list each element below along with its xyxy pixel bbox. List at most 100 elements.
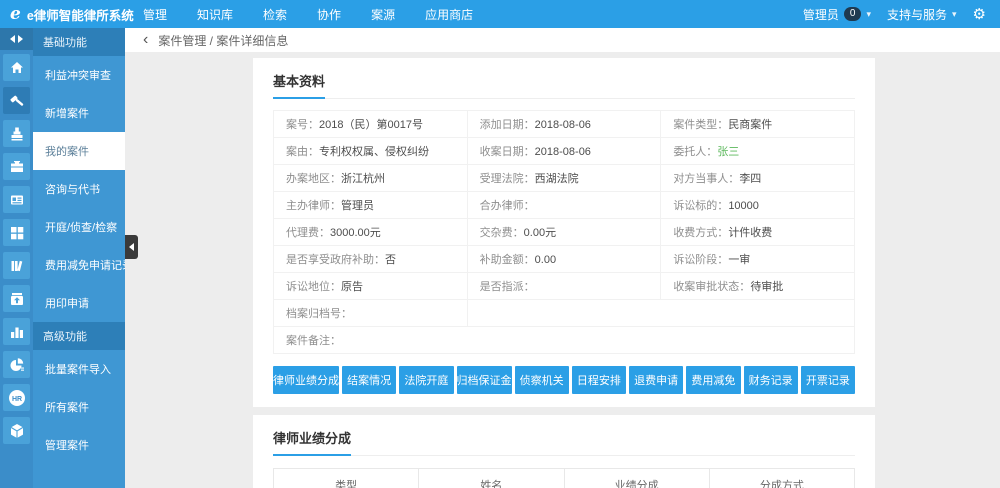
back-chevron-icon[interactable]: ‹ <box>143 32 148 48</box>
field-label: 案件类型： <box>673 119 728 131</box>
sidebar-menu: 基础功能 利益冲突审查 新增案件 我的案件 咨询与代书 开庭/侦查/检察 费用减… <box>33 28 125 488</box>
table-row: 档案归档号： <box>274 300 855 327</box>
field-value: 10000 <box>728 200 759 212</box>
stamp-icon[interactable] <box>3 120 30 147</box>
app-window: e e律师智能律所系统 管理 知识库 检索 协作 案源 应用商店 管理员 0 ▾… <box>0 0 1000 488</box>
bar-chart-icon[interactable] <box>3 318 30 345</box>
field-label: 是否指派： <box>480 281 535 293</box>
triangle-left-icon <box>129 243 134 251</box>
user-menu[interactable]: 管理员 0 ▾ <box>803 6 871 23</box>
schedule-button[interactable]: 日程安排 <box>572 366 626 394</box>
commission-card: 律师业绩分成 类型 姓名 业绩分成 分成方式 团队负责人 管理员 100% <box>253 415 875 488</box>
field-label: 档案归档号： <box>286 308 352 320</box>
field-value: 李四 <box>739 173 761 185</box>
id-card-icon[interactable] <box>3 186 30 213</box>
sidebar-item-batch-import[interactable]: 批量案件导入 <box>33 350 125 388</box>
field-label: 合办律师： <box>480 200 535 212</box>
table-row: 代理费：3000.00元 交杂费：0.00元 收费方式：计件收费 <box>274 219 855 246</box>
finance-records-button[interactable]: 财务记录 <box>744 366 798 394</box>
topnav-case-source[interactable]: 案源 <box>356 0 410 28</box>
field-label: 办案地区： <box>286 173 341 185</box>
investigation-agency-button[interactable]: 侦察机关 <box>515 366 569 394</box>
column-header: 分成方式 <box>709 469 854 488</box>
field-value: 民商案件 <box>728 119 772 131</box>
caret-down-icon: ▾ <box>952 9 957 20</box>
topnav-knowledge[interactable]: 知识库 <box>182 0 248 28</box>
sidebar-item-conflict-check[interactable]: 利益冲突审查 <box>33 56 125 94</box>
field-label: 案件备注： <box>286 335 341 347</box>
table-row: 是否享受政府补助：否 补助金额：0.00 诉讼阶段：一审 <box>274 246 855 273</box>
sidebar-item-manage-cases[interactable]: 管理案件 <box>33 426 125 464</box>
books-icon[interactable] <box>3 252 30 279</box>
topnav-search[interactable]: 检索 <box>248 0 302 28</box>
menu-header-basic: 基础功能 <box>33 28 125 56</box>
briefcase-icon[interactable] <box>3 153 30 180</box>
field-label: 案号： <box>286 119 319 131</box>
sidebar-collapse-handle[interactable] <box>125 235 138 259</box>
empty-cell <box>467 300 854 327</box>
column-header: 姓名 <box>419 469 564 488</box>
client-link[interactable]: 张三 <box>717 146 739 158</box>
refund-request-button[interactable]: 退费申请 <box>629 366 683 394</box>
action-button-bar: 律师业绩分成 结案情况 法院开庭 归档保证金 侦察机关 日程安排 退费申请 费用… <box>273 366 855 394</box>
sidebar-item-hearing[interactable]: 开庭/侦查/检察 <box>33 208 125 246</box>
field-label: 收案日期： <box>480 146 535 158</box>
field-label: 委托人： <box>673 146 717 158</box>
main-area: ‹ 案件管理 / 案件详细信息 基本资料 案号：2018（民）第0017号 添加… <box>125 28 1000 488</box>
archive-up-icon[interactable] <box>3 285 30 312</box>
menu-header-advanced: 高级功能 <box>33 322 125 350</box>
field-label: 代理费： <box>286 227 330 239</box>
column-header: 类型 <box>274 469 419 488</box>
archive-deposit-button[interactable]: 归档保证金 <box>457 366 512 394</box>
pie-report-icon[interactable] <box>3 351 30 378</box>
case-detail-table: 案号：2018（民）第0017号 添加日期：2018-08-06 案件类型：民商… <box>273 110 855 354</box>
table-header-row: 类型 姓名 业绩分成 分成方式 <box>274 469 855 488</box>
column-header: 业绩分成 <box>564 469 709 488</box>
cube-icon[interactable] <box>3 417 30 444</box>
case-closing-button[interactable]: 结案情况 <box>342 366 396 394</box>
field-value: 否 <box>385 254 396 266</box>
breadcrumb-path: 案件管理 / 案件详细信息 <box>158 32 288 49</box>
hr-label: HR <box>11 395 21 402</box>
topbar-right: 管理员 0 ▾ 支持与服务 ▾ ⚙ <box>803 6 1000 23</box>
fee-waiver-button[interactable]: 费用减免 <box>686 366 740 394</box>
collapse-arrows-icon[interactable] <box>0 28 33 50</box>
gavel-icon[interactable] <box>3 87 30 114</box>
app-title: e律师智能律所系统 <box>27 5 134 24</box>
invoice-records-button[interactable]: 开票记录 <box>801 366 855 394</box>
lawyer-commission-button[interactable]: 律师业绩分成 <box>273 366 339 394</box>
home-icon[interactable] <box>3 54 30 81</box>
court-hearing-button[interactable]: 法院开庭 <box>399 366 453 394</box>
topnav-app-store[interactable]: 应用商店 <box>410 0 488 28</box>
sidebar-item-all-cases[interactable]: 所有案件 <box>33 388 125 426</box>
field-value: 2018-08-06 <box>535 119 591 131</box>
icon-rail: HR <box>0 28 33 488</box>
sidebar-item-new-case[interactable]: 新增案件 <box>33 94 125 132</box>
sidebar-item-my-cases[interactable]: 我的案件 <box>33 132 125 170</box>
field-value: 专利权权属、侵权纠纷 <box>319 146 429 158</box>
field-label: 收费方式： <box>673 227 728 239</box>
field-value: 2018（民）第0017号 <box>319 119 423 131</box>
sidebar-item-fee-waiver-records[interactable]: 费用减免申请记录 <box>33 246 125 284</box>
sidebar-item-seal-request[interactable]: 用印申请 <box>33 284 125 322</box>
field-label: 诉讼阶段： <box>673 254 728 266</box>
field-label: 对方当事人： <box>673 173 739 185</box>
topnav-manage[interactable]: 管理 <box>128 0 182 28</box>
table-row: 办案地区：浙江杭州 受理法院：西湖法院 对方当事人：李四 <box>274 165 855 192</box>
support-menu[interactable]: 支持与服务 ▾ <box>887 6 957 23</box>
topbar: e e律师智能律所系统 管理 知识库 检索 协作 案源 应用商店 管理员 0 ▾… <box>0 0 1000 28</box>
field-label: 收案审批状态： <box>673 281 750 293</box>
gear-icon[interactable]: ⚙ <box>973 7 986 22</box>
table-row: 诉讼地位：原告 是否指派： 收案审批状态：待审批 <box>274 273 855 300</box>
field-label: 诉讼地位： <box>286 281 341 293</box>
app-logo[interactable]: e e律师智能律所系统 <box>0 4 128 24</box>
sidebar-item-consult[interactable]: 咨询与代书 <box>33 170 125 208</box>
commission-table: 类型 姓名 业绩分成 分成方式 团队负责人 管理员 100% 百分比 <box>273 468 855 488</box>
topnav-collaborate[interactable]: 协作 <box>302 0 356 28</box>
hr-badge-icon[interactable]: HR <box>3 384 30 411</box>
table-row: 主办律师：管理员 合办律师： 诉讼标的：10000 <box>274 192 855 219</box>
grid-icon[interactable] <box>3 219 30 246</box>
page-content: 基本资料 案号：2018（民）第0017号 添加日期：2018-08-06 案件… <box>125 52 1000 488</box>
support-label: 支持与服务 <box>887 6 947 23</box>
field-label: 是否享受政府补助： <box>286 254 385 266</box>
